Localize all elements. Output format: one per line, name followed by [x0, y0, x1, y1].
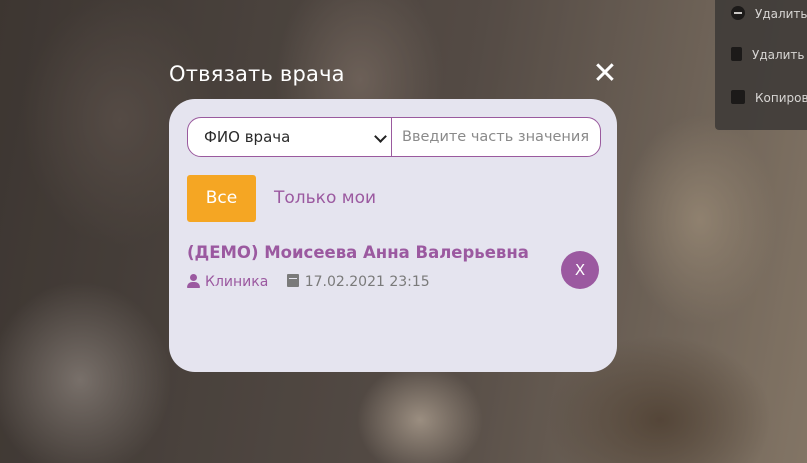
context-menu-item[interactable]: Копировать [731, 90, 807, 105]
copy-icon [731, 90, 745, 104]
chevron-down-icon [374, 130, 387, 143]
search-input[interactable]: Введите часть значения [402, 118, 596, 156]
user-icon [187, 274, 200, 288]
close-icon[interactable]: ✕ [592, 59, 618, 89]
minus-circle-icon [731, 6, 745, 20]
field-select[interactable]: ФИО врача [188, 118, 392, 156]
context-menu-item[interactable]: Удалить [731, 47, 805, 62]
remove-doctor-button[interactable]: X [561, 251, 599, 289]
context-menu-item[interactable]: Удалить [731, 6, 807, 21]
doctor-name[interactable]: (ДЕМО) Моисеева Анна Валерьевна [187, 243, 529, 262]
calendar-icon [286, 274, 299, 287]
context-menu: Удалить Удалить Копировать [715, 0, 807, 130]
modal-title: Отвязать врача [169, 62, 345, 86]
filter-all-button[interactable]: Все [187, 175, 256, 222]
doctor-meta: Клиника 17.02.2021 23:15 [187, 274, 430, 290]
filter-mine-button[interactable]: Только мои [274, 175, 376, 222]
trash-icon [731, 47, 742, 61]
doctor-datetime: 17.02.2021 23:15 [304, 274, 430, 290]
unlink-doctor-modal: ФИО врача Введите часть значения Все Тол… [169, 99, 617, 372]
date-group: 17.02.2021 23:15 [286, 274, 430, 290]
filter-bar: ФИО врача Введите часть значения [187, 117, 601, 157]
clinic-label: Клиника [205, 274, 269, 290]
